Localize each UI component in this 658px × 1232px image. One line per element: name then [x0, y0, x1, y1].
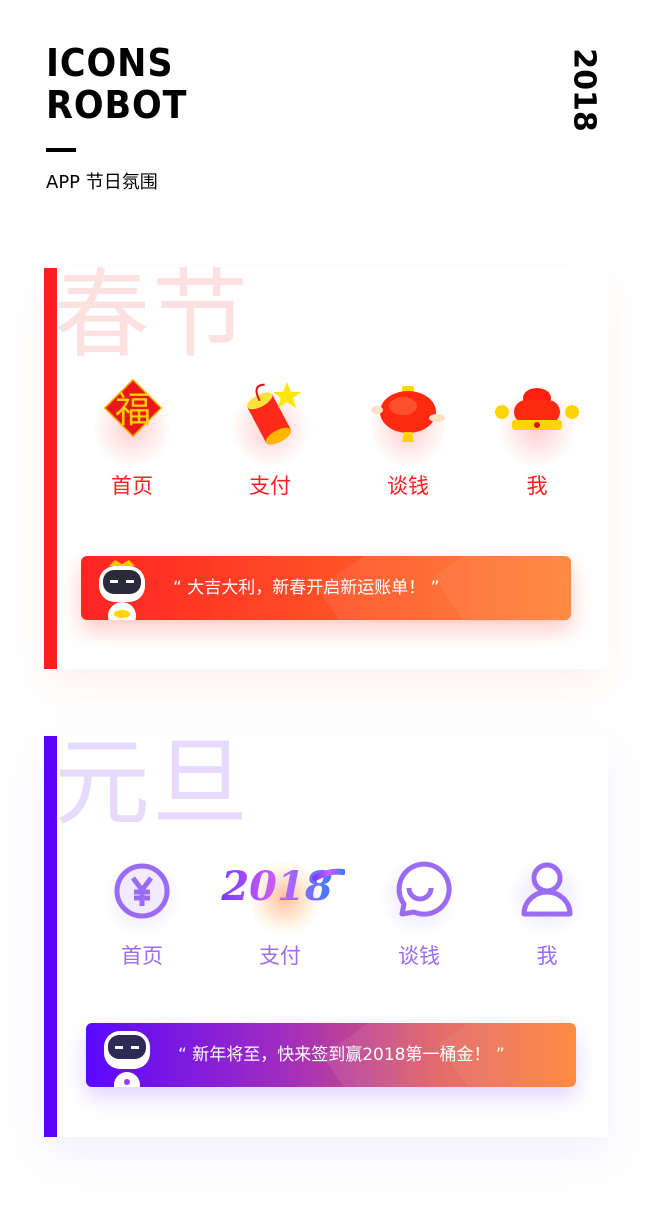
chat-smile-icon — [396, 861, 452, 917]
new-year-card: 元旦 首页 2018 支付 谈钱 我 “ 新年将至，快来签到赢2018第一桶金！… — [44, 728, 608, 1137]
tab-label: 我 — [526, 474, 548, 498]
svg-text:福: 福 — [115, 390, 151, 431]
2018-lettering-icon: 2018 — [220, 863, 346, 910]
banner-text: “ 新年将至，快来签到赢2018第一桶金！ ” — [178, 1045, 505, 1065]
tab-label: 谈钱 — [398, 944, 440, 968]
tab-talk-money[interactable]: 谈钱 — [353, 378, 463, 500]
tab-bar: 福 首页 支付 谈钱 我 — [57, 378, 608, 508]
tab-me[interactable]: 我 — [482, 378, 592, 500]
tab-label: 谈钱 — [387, 474, 429, 498]
promo-banner[interactable]: “ 大吉大利，新春开启新运账单！ ” — [81, 556, 571, 620]
title-line-2: ROBOT — [46, 83, 188, 127]
section-title: 元旦 — [54, 727, 250, 839]
tab-home[interactable]: 首页 — [87, 848, 197, 970]
tab-label: 我 — [536, 944, 558, 968]
yen-coin-icon — [114, 863, 170, 919]
robot-god-of-wealth-icon — [99, 560, 145, 620]
tab-home[interactable]: 福 首页 — [77, 378, 187, 500]
tab-talk-money[interactable]: 谈钱 — [364, 848, 474, 970]
year-label: 2018 — [566, 48, 602, 132]
tab-pay[interactable]: 支付 — [215, 378, 325, 500]
promo-banner[interactable]: “ 新年将至，快来签到赢2018第一桶金！ ” — [86, 1023, 576, 1087]
robot-icon — [104, 1031, 150, 1087]
banner-text: “ 大吉大利，新春开启新运账单！ ” — [173, 578, 440, 598]
tab-label: 支付 — [249, 474, 291, 498]
tab-label: 首页 — [111, 474, 153, 498]
title-divider — [46, 148, 76, 152]
tab-pay[interactable]: 2018 支付 — [220, 848, 346, 970]
spring-festival-card: 春节 福 首页 支付 谈钱 我 “ 大吉大利，新春开启新运账单！ ” — [44, 260, 608, 669]
hat-icon — [495, 388, 579, 430]
tab-label: 首页 — [121, 944, 163, 968]
user-icon — [521, 862, 573, 917]
tab-bar: 首页 2018 支付 谈钱 我 — [57, 848, 608, 978]
fu-diamond-icon: 福 — [103, 378, 163, 438]
tab-me[interactable]: 我 — [492, 848, 602, 970]
firecracker-icon — [247, 382, 301, 445]
title-line-1: ICONS — [46, 41, 174, 85]
subtitle: APP 节日氛围 — [46, 172, 158, 193]
brand-block: ICONS ROBOT APP 节日氛围 — [46, 44, 200, 194]
tab-label: 支付 — [259, 944, 301, 968]
lantern-icon — [371, 386, 445, 442]
section-title: 春节 — [54, 259, 250, 371]
svg-text:2018: 2018 — [220, 863, 332, 910]
